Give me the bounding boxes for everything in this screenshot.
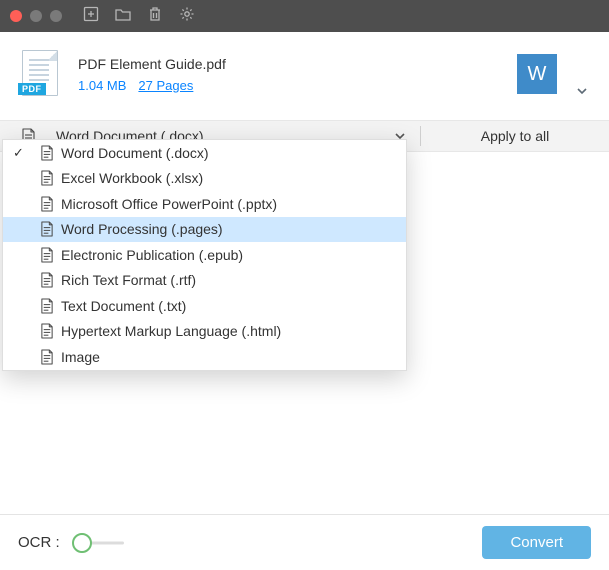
convert-button[interactable]: Convert xyxy=(482,526,591,559)
format-option-label: Rich Text Format (.rtf) xyxy=(61,272,406,288)
format-option[interactable]: Image xyxy=(3,344,406,370)
target-format-dropdown-arrow[interactable] xyxy=(575,50,589,98)
file-meta: PDF Element Guide.pdf 1.04 MB 27 Pages xyxy=(78,56,226,93)
close-window-button[interactable] xyxy=(10,10,22,22)
file-pages-link[interactable]: 27 Pages xyxy=(138,78,193,93)
apply-to-all-button[interactable]: Apply to all xyxy=(421,128,609,144)
format-option-label: Electronic Publication (.epub) xyxy=(61,247,406,263)
add-file-icon[interactable] xyxy=(82,5,100,28)
format-option-label: Word Document (.docx) xyxy=(61,145,406,161)
doc-icon xyxy=(33,221,61,237)
titlebar xyxy=(0,0,609,32)
format-option[interactable]: Word Document (.docx) xyxy=(3,140,406,166)
toolbar-icons xyxy=(82,5,196,28)
file-size: 1.04 MB xyxy=(78,78,126,93)
ocr-label: OCR : xyxy=(18,534,60,551)
format-option-label: Text Document (.txt) xyxy=(61,298,406,314)
settings-icon[interactable] xyxy=(178,5,196,28)
pdf-file-icon: PDF xyxy=(20,50,60,98)
file-sub: 1.04 MB 27 Pages xyxy=(78,78,226,93)
bottom-bar: OCR : Convert xyxy=(0,514,609,570)
doc-icon xyxy=(33,298,61,314)
format-option[interactable]: Microsoft Office PowerPoint (.pptx) xyxy=(3,191,406,217)
target-format-badge[interactable]: W xyxy=(517,54,557,94)
pdf-badge-text: PDF xyxy=(18,83,46,95)
toggle-knob xyxy=(72,533,92,553)
format-option[interactable]: Electronic Publication (.epub) xyxy=(3,242,406,268)
format-dropdown-menu: Word Document (.docx) Excel Workbook (.xl… xyxy=(2,139,407,371)
doc-icon xyxy=(33,196,61,212)
minimize-window-button[interactable] xyxy=(30,10,42,22)
format-option-label: Microsoft Office PowerPoint (.pptx) xyxy=(61,196,406,212)
doc-icon xyxy=(33,272,61,288)
format-option-label: Hypertext Markup Language (.html) xyxy=(61,323,406,339)
format-option-label: Excel Workbook (.xlsx) xyxy=(61,170,406,186)
format-option-label: Image xyxy=(61,349,406,365)
doc-icon xyxy=(33,323,61,339)
format-option-label: Word Processing (.pages) xyxy=(61,221,406,237)
file-row: PDF PDF Element Guide.pdf 1.04 MB 27 Pag… xyxy=(0,32,609,120)
format-option[interactable]: Rich Text Format (.rtf) xyxy=(3,268,406,294)
format-option[interactable]: Excel Workbook (.xlsx) xyxy=(3,166,406,192)
format-option[interactable]: Hypertext Markup Language (.html) xyxy=(3,319,406,345)
target-format-letter: W xyxy=(528,63,547,86)
format-option[interactable]: Text Document (.txt) xyxy=(3,293,406,319)
format-option[interactable]: Word Processing (.pages) xyxy=(3,217,406,243)
doc-icon xyxy=(33,349,61,365)
window-controls xyxy=(10,10,62,22)
doc-icon xyxy=(33,247,61,263)
zoom-window-button[interactable] xyxy=(50,10,62,22)
doc-icon xyxy=(33,170,61,186)
file-name: PDF Element Guide.pdf xyxy=(78,56,226,72)
folder-icon[interactable] xyxy=(114,5,132,28)
trash-icon[interactable] xyxy=(146,5,164,28)
doc-icon xyxy=(33,145,61,161)
ocr-toggle[interactable] xyxy=(72,533,128,553)
